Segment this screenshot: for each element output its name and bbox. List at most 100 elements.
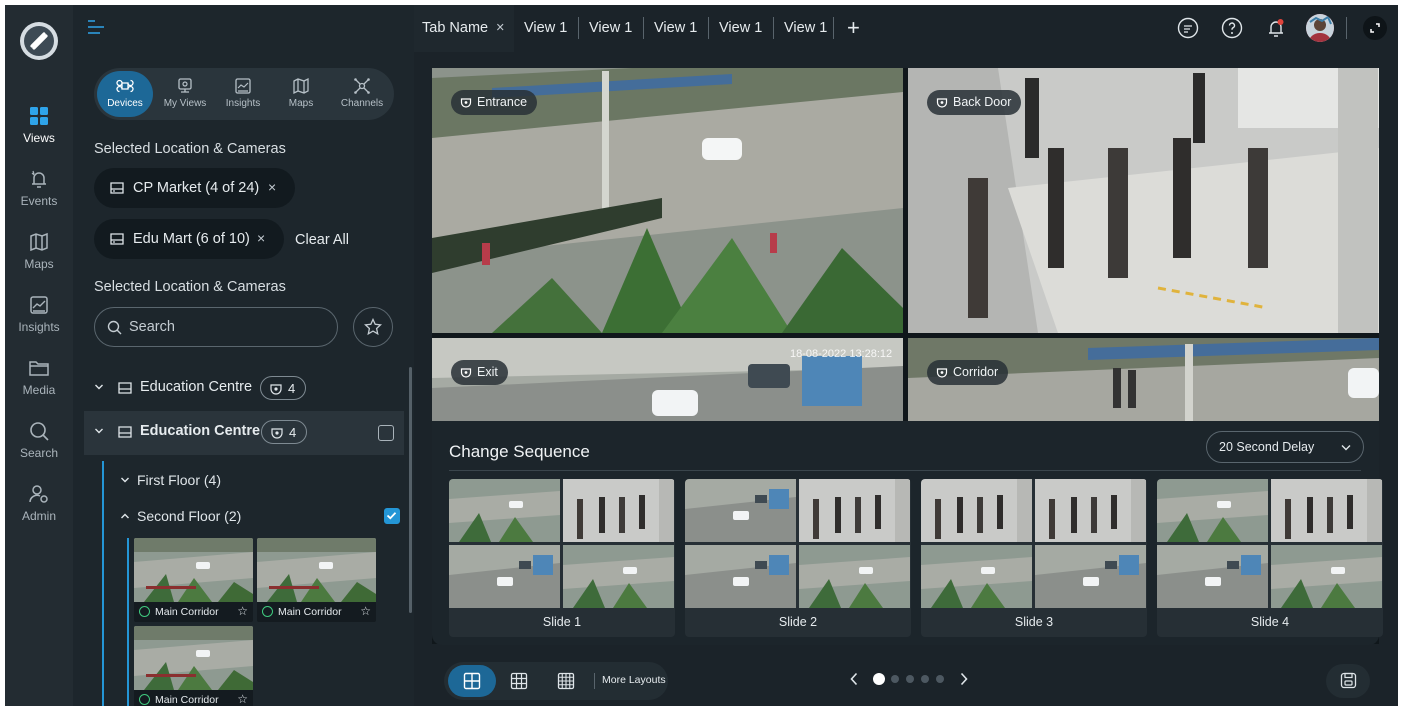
star-icon[interactable]: ☆ xyxy=(237,692,248,706)
page-dot[interactable] xyxy=(921,675,929,683)
logo[interactable] xyxy=(20,22,58,60)
check-icon xyxy=(386,512,397,520)
rail-item-search[interactable]: Search xyxy=(5,420,73,476)
page-dot[interactable] xyxy=(936,675,944,683)
chevron-up-icon xyxy=(121,513,129,519)
sequence-slide[interactable]: Slide 3 xyxy=(921,479,1147,637)
notification-bell-icon[interactable] xyxy=(1264,16,1288,40)
layout-2x2-button[interactable] xyxy=(448,665,496,697)
building-icon xyxy=(110,182,124,194)
rail-item-views[interactable]: Views xyxy=(5,105,73,161)
chip-close-icon[interactable]: × xyxy=(268,179,276,195)
tab-tab-name[interactable]: Tab Name × xyxy=(414,5,514,52)
tab-label: View 1 xyxy=(784,20,828,36)
location-chip[interactable]: Edu Mart (6 of 10) × xyxy=(94,219,284,259)
save-layout-button[interactable] xyxy=(1326,664,1370,698)
favorites-button[interactable] xyxy=(353,307,393,347)
slide-label: Slide 1 xyxy=(542,615,582,629)
location-chip[interactable]: CP Market (4 of 24) × xyxy=(94,168,295,208)
slide-thumb xyxy=(1035,545,1146,608)
tab-my-views[interactable]: My Views xyxy=(156,68,214,120)
tab-label: My Views xyxy=(163,98,207,109)
camera-count: 4 xyxy=(288,381,296,396)
camera-feed-entrance[interactable]: Entrance xyxy=(432,68,903,333)
panel-scrollbar[interactable] xyxy=(409,367,412,613)
logo-mark-icon xyxy=(24,26,54,56)
rail-item-media[interactable]: Media xyxy=(5,357,73,413)
tab-label: Channels xyxy=(340,98,384,109)
page-dot[interactable] xyxy=(873,673,885,685)
location-checkbox[interactable] xyxy=(378,425,394,441)
sequence-slide[interactable]: Slide 1 xyxy=(449,479,675,637)
chip-close-icon[interactable]: × xyxy=(257,230,265,246)
tab-view[interactable]: View 1 xyxy=(652,5,708,52)
layout-3x3-button[interactable] xyxy=(495,665,543,697)
sequence-title: Change Sequence xyxy=(449,442,590,461)
sequence-slide[interactable]: Slide 2 xyxy=(685,479,911,637)
panel-tabs: Devices My Views Insights Maps Channels xyxy=(94,68,394,120)
tab-devices[interactable]: Devices xyxy=(97,71,153,117)
camera-tile[interactable]: Main Corridor ☆ xyxy=(134,626,253,706)
grid-3x3-icon xyxy=(510,672,528,690)
tab-label: Insights xyxy=(225,98,261,109)
camera-tile[interactable]: Main Corridor ☆ xyxy=(134,538,253,622)
chevron-down-icon[interactable] xyxy=(94,426,104,436)
delay-dropdown[interactable]: 20 Second Delay xyxy=(1206,431,1364,463)
page-dot[interactable] xyxy=(891,675,899,683)
chat-icon[interactable] xyxy=(1176,16,1200,40)
more-layouts-button[interactable]: More Layouts xyxy=(602,674,666,686)
help-icon[interactable] xyxy=(1220,16,1244,40)
map-icon xyxy=(30,232,48,252)
grid-2x2-icon xyxy=(463,672,481,690)
slide-label: Slide 3 xyxy=(1014,615,1054,629)
camera-feed-exit[interactable]: Exit 18-08-2022 13:28:12 xyxy=(432,338,903,424)
star-icon[interactable]: ☆ xyxy=(237,604,248,618)
tree-row-first-floor[interactable]: First Floor (4) xyxy=(120,472,221,488)
rail-item-label: Media xyxy=(22,383,56,397)
sequence-slide[interactable]: Slide 4 xyxy=(1157,479,1383,637)
rail-item-events[interactable]: Events xyxy=(5,168,73,224)
tab-view[interactable]: View 1 xyxy=(782,5,834,52)
search-placeholder: Search xyxy=(129,319,175,335)
tab-close-icon[interactable]: × xyxy=(496,20,504,36)
tree-row-second-floor[interactable]: Second Floor (2) xyxy=(120,508,241,524)
tab-channels[interactable]: Channels xyxy=(332,68,392,120)
tab-label: View 1 xyxy=(719,20,763,36)
tab-insights[interactable]: Insights xyxy=(216,68,270,120)
rail-item-label: Search xyxy=(19,446,59,460)
street-scene-image xyxy=(257,538,376,602)
clear-all-button[interactable]: Clear All xyxy=(295,232,349,248)
search-input[interactable]: Search xyxy=(94,307,338,347)
star-icon[interactable]: ☆ xyxy=(360,604,371,618)
add-tab-button[interactable]: + xyxy=(842,5,866,52)
camera-feed-corridor[interactable]: Corridor xyxy=(908,338,1379,424)
camera-feed-back-door[interactable]: Back Door xyxy=(908,68,1379,333)
tree-row-location[interactable]: Education Centre 4 xyxy=(84,411,404,455)
tab-view[interactable]: View 1 xyxy=(522,5,578,52)
tree-row-location[interactable]: Education Centre 4 xyxy=(84,367,404,409)
second-floor-checkbox[interactable] xyxy=(384,508,400,524)
tree-row-label: Education Centre xyxy=(140,423,261,439)
slide-thumb xyxy=(1157,545,1268,608)
camera-count-badge: 4 xyxy=(261,420,307,444)
tab-view[interactable]: View 1 xyxy=(717,5,773,52)
page-dot[interactable] xyxy=(906,675,914,683)
chevron-right-icon[interactable] xyxy=(959,672,969,686)
tab-maps[interactable]: Maps xyxy=(274,68,328,120)
rail-item-maps[interactable]: Maps xyxy=(5,231,73,287)
building-icon xyxy=(118,426,132,438)
layout-4x4-button[interactable] xyxy=(542,665,590,697)
fullscreen-button[interactable] xyxy=(1363,16,1387,40)
tab-view[interactable]: View 1 xyxy=(587,5,643,52)
chevron-left-icon[interactable] xyxy=(849,672,859,686)
camera-tile[interactable]: Main Corridor ☆ xyxy=(257,538,376,622)
camera-caption: Main Corridor ☆ xyxy=(134,690,253,706)
chevron-down-icon[interactable] xyxy=(94,382,104,392)
avatar[interactable] xyxy=(1306,14,1334,42)
rail-item-insights[interactable]: Insights xyxy=(5,294,73,350)
tab-label: Maps xyxy=(288,98,314,109)
menu-collapse-icon[interactable] xyxy=(87,19,105,35)
camera-icon xyxy=(271,428,283,439)
rail-item-admin[interactable]: Admin xyxy=(5,483,73,539)
floor-label: Second Floor (2) xyxy=(137,508,242,524)
